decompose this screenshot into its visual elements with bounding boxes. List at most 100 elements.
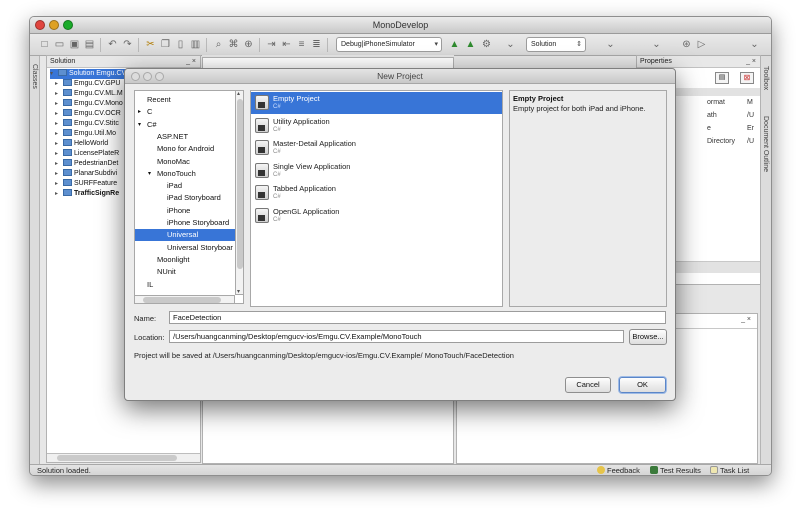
run-icon[interactable]: ▷ — [695, 38, 708, 51]
build-icon[interactable]: ▲ — [448, 38, 461, 51]
category-vscrollbar[interactable]: ▴ ▾ — [235, 90, 244, 295]
category-item[interactable]: iPhone — [135, 205, 243, 217]
template-item[interactable]: Single View Application C# — [251, 160, 502, 182]
chevron-right-icon[interactable]: ▸ — [55, 149, 63, 159]
new-file-icon[interactable]: □ — [38, 38, 51, 51]
chevron-right-icon[interactable]: ▸ — [55, 159, 63, 169]
chevron-right-icon[interactable]: ▸ — [55, 109, 63, 119]
unindent-icon[interactable]: ⇤ — [280, 38, 293, 51]
zoom-window-button[interactable] — [63, 20, 73, 30]
template-item[interactable]: Utility Application C# — [251, 115, 502, 137]
chevron-down-icon[interactable]: ▾ — [138, 119, 141, 131]
indent-icon[interactable]: ⇥ — [265, 38, 278, 51]
solution-tree-item[interactable]: ▸ TrafficSignRe — [55, 189, 119, 199]
find-icon[interactable]: ⌕ — [212, 38, 225, 51]
browse-button[interactable]: Browse... — [629, 329, 667, 345]
chevron-down-icon[interactable]: ⌄ — [604, 38, 617, 51]
close-window-button[interactable] — [35, 20, 45, 30]
open-file-icon[interactable]: ▭ — [53, 38, 66, 51]
template-item[interactable]: Master-Detail Application C# — [251, 137, 502, 159]
uncomment-icon[interactable]: ≣ — [310, 38, 323, 51]
solution-tree-item[interactable]: ▸ Emgu.CV.Mono — [55, 99, 123, 109]
chevron-down-icon[interactable]: ▾ — [237, 288, 240, 295]
feedback-button[interactable]: Feedback — [597, 465, 640, 475]
scroll-thumb[interactable] — [143, 297, 221, 303]
rebuild-icon[interactable]: ▲ — [464, 38, 477, 51]
category-item[interactable]: Universal Storyboar — [135, 242, 243, 254]
pad-close-icon[interactable]: _ × — [746, 56, 756, 68]
dialog-zoom-button[interactable] — [155, 72, 164, 81]
redo-icon[interactable]: ↷ — [121, 38, 134, 51]
chevron-right-icon[interactable]: ▸ — [55, 99, 63, 109]
category-item[interactable]: Recent — [135, 94, 243, 106]
pad-close-icon[interactable]: _ × — [186, 56, 196, 68]
project-name-input[interactable]: FaceDetection — [169, 311, 666, 324]
category-item[interactable]: ▾ MonoTouch — [135, 168, 243, 180]
template-item[interactable]: Tabbed Application C# — [251, 182, 502, 204]
chevron-down-icon[interactable]: ⌄ — [504, 38, 517, 51]
solution-tree-item[interactable]: ▸ Emgu.Util.Mo — [55, 129, 116, 139]
location-input[interactable]: /Users/huangcanming/Desktop/emgucv-ios/E… — [169, 330, 624, 343]
toolbox-tab[interactable]: Toolbox — [762, 66, 769, 90]
cancel-button[interactable]: Cancel — [565, 377, 611, 393]
category-item[interactable]: iPad Storyboard — [135, 192, 243, 204]
category-item[interactable]: MonoMac — [135, 156, 243, 168]
chevron-right-icon[interactable]: ▸ — [55, 139, 63, 149]
comment-icon[interactable]: ≡ — [295, 38, 308, 51]
chevron-right-icon[interactable]: ▸ — [55, 189, 63, 199]
chevron-up-icon[interactable]: ▴ — [237, 90, 240, 97]
solution-hscrollbar[interactable] — [47, 453, 200, 462]
chevron-right-icon[interactable]: ▸ — [55, 79, 63, 89]
clean-icon[interactable]: ⚙ — [480, 38, 493, 51]
test-results-button[interactable]: Test Results — [650, 465, 701, 475]
chevron-right-icon[interactable]: ▸ — [138, 106, 141, 118]
chevron-right-icon[interactable]: ▸ — [55, 119, 63, 129]
configuration-combo[interactable]: Debug|iPhoneSimulator ▾ — [336, 37, 442, 52]
scope-combo[interactable]: Solution ⇕ — [526, 37, 586, 52]
dialog-close-button[interactable] — [131, 72, 140, 81]
ok-button[interactable]: OK — [619, 377, 666, 393]
category-item[interactable]: Universal — [135, 229, 243, 242]
solution-tree-item[interactable]: ▸ Emgu.CV.Stitc — [55, 119, 119, 129]
save-icon[interactable]: ▣ — [68, 38, 81, 51]
category-item[interactable]: ASP.NET — [135, 131, 243, 143]
solution-tree-item[interactable]: ▸ Emgu.CV.ML.M — [55, 89, 123, 99]
chevron-down-icon[interactable]: ▾ — [148, 168, 151, 180]
solution-tree-item[interactable]: ▸ SURFFeature — [55, 179, 117, 189]
solution-tree-item[interactable]: ▸ Emgu.CV.GPU — [55, 79, 120, 89]
category-hscrollbar[interactable] — [134, 295, 235, 304]
chevron-right-icon[interactable]: ▸ — [55, 129, 63, 139]
scroll-thumb[interactable] — [57, 455, 177, 461]
categorized-view-icon[interactable]: ▤ — [715, 72, 729, 84]
task-list-button[interactable]: Task List — [710, 465, 749, 475]
chevron-right-icon[interactable]: ▸ — [55, 169, 63, 179]
category-item[interactable]: NUnit — [135, 266, 243, 278]
find-in-files-icon[interactable]: ⊕ — [242, 38, 255, 51]
delete-icon[interactable]: ▥ — [189, 38, 202, 51]
chevron-down-icon[interactable]: ▾ — [50, 69, 58, 79]
category-item[interactable]: iPad — [135, 180, 243, 192]
pad-close-icon[interactable]: _ × — [741, 316, 751, 323]
cut-icon[interactable]: ✂ — [144, 38, 157, 51]
undo-icon[interactable]: ↶ — [106, 38, 119, 51]
category-item[interactable]: iPhone Storyboard — [135, 217, 243, 229]
solution-tree-item[interactable]: ▸ PlanarSubdivi — [55, 169, 117, 179]
paste-icon[interactable]: ▯ — [174, 38, 187, 51]
category-item[interactable]: IL — [135, 279, 243, 291]
chevron-down-icon[interactable]: ⌄ — [650, 38, 663, 51]
category-item[interactable]: ▸ C — [135, 106, 243, 118]
chevron-down-icon[interactable]: ⌄ — [748, 38, 761, 51]
help-icon[interactable]: ⊛ — [680, 38, 693, 51]
property-pages-icon[interactable]: ⊠ — [740, 72, 754, 84]
document-outline-tab[interactable]: Document Outline — [762, 116, 769, 172]
category-item[interactable]: ▾ C# — [135, 119, 243, 131]
category-item[interactable]: Mono for Android — [135, 143, 243, 155]
minimize-window-button[interactable] — [49, 20, 59, 30]
solution-tree-item[interactable]: ▸ HelloWorld — [55, 139, 108, 149]
dialog-minimize-button[interactable] — [143, 72, 152, 81]
chevron-right-icon[interactable]: ▸ — [55, 89, 63, 99]
save-all-icon[interactable]: ▤ — [83, 38, 96, 51]
classes-tab[interactable]: Classes — [31, 64, 38, 89]
solution-tree-item[interactable]: ▸ LicensePlateR — [55, 149, 119, 159]
solution-tree-item[interactable]: ▸ PedestrianDet — [55, 159, 118, 169]
